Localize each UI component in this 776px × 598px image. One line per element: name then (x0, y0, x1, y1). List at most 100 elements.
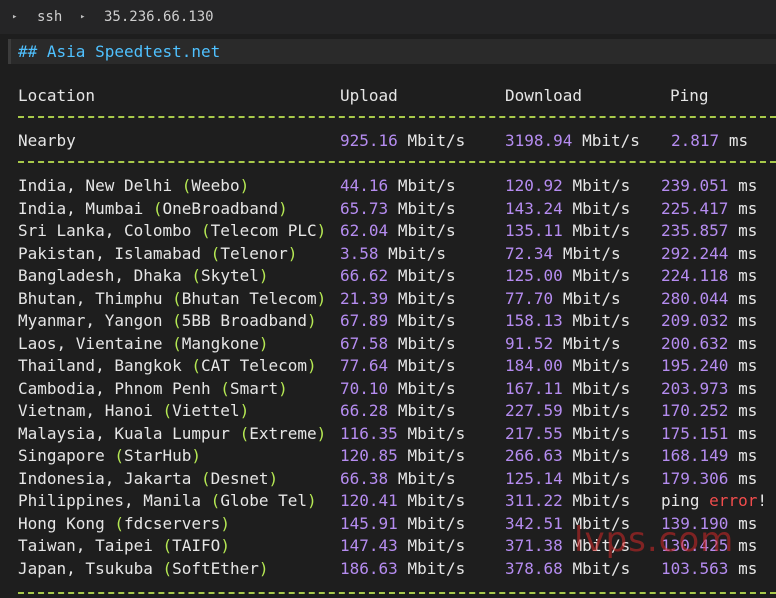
row-ping-unit: ms (738, 288, 758, 308)
row-upload: 120.85 Mbit/s (340, 445, 465, 467)
row-upload-value: 116.35 (340, 423, 398, 443)
nearby-upload-unit: Mbit/s (407, 131, 466, 150)
row-download: 77.70 Mbit/s (505, 288, 621, 310)
row-open-paren: ( (201, 468, 211, 488)
row-ping-value: 292.244 (661, 243, 729, 263)
row-close-paren: ) (316, 288, 327, 308)
chevron-right-icon: ▸ (80, 12, 86, 22)
row-ping-unit: ms (738, 378, 758, 398)
row-place: Hong Kong (18, 513, 105, 533)
row-ping-unit: ms (738, 423, 758, 443)
table-row: Vietnam, Hanoi (Viettel) 66.28 Mbit/s 227.… (0, 400, 776, 422)
row-ping-unit: ms (738, 558, 758, 578)
row-place: Sri Lanka, Colombo (18, 221, 192, 240)
row-upload-unit: Mbit/s (397, 221, 456, 240)
nearby-download-value: 3198.94 (505, 131, 573, 150)
row-close-paren: ) (258, 266, 269, 285)
row-download-value: 158.13 (505, 311, 563, 330)
row-upload-unit: Mbit/s (407, 446, 466, 465)
row-upload-value: 62.04 (340, 221, 389, 240)
row-ping-value: 200.632 (661, 333, 729, 353)
row-location: Taiwan, Taipei (TAIFO) (18, 535, 230, 557)
row-download-unit: Mbit/s (572, 221, 631, 240)
breadcrumb: ▸ ssh ▸ 35.236.66.130 (0, 0, 776, 35)
row-ping-value: 195.240 (661, 356, 729, 375)
table-row: Malaysia, Kuala Lumpur (Extreme) 116.35 M… (0, 423, 776, 445)
row-download: 125.00 Mbit/s (505, 265, 630, 287)
row-close-paren: ) (239, 401, 250, 420)
row-download-value: 77.70 (505, 288, 554, 308)
row-ping-value: 103.563 (661, 558, 729, 578)
nearby-download: 3198.94 Mbit/s (505, 130, 640, 152)
row-ping: 235.857 ms (661, 220, 757, 242)
row-download-value: 167.11 (505, 378, 563, 398)
row-upload: 77.64 Mbit/s (340, 355, 456, 377)
row-close-paren: ) (220, 513, 230, 533)
row-isp: Weebo (191, 176, 240, 195)
row-place: India, New Delhi (18, 176, 173, 195)
row-ping: 175.151 ms (661, 423, 757, 445)
row-open-paren: ( (152, 198, 163, 218)
row-ping-error: error (709, 491, 758, 510)
row-ping-unit: ms (738, 266, 758, 285)
row-upload: 3.58 Mbit/s (340, 243, 446, 265)
row-open-paren: ( (191, 266, 202, 285)
row-download-unit: Mbit/s (562, 243, 621, 263)
heading-block: ## Asia Speedtest.net (8, 39, 776, 64)
row-ping-value: 209.032 (661, 311, 729, 330)
row-location: Indonesia, Jakarta (Desnet) (18, 468, 278, 490)
row-download-unit: Mbit/s (572, 356, 631, 375)
row-download: 311.22 Mbit/s (505, 490, 630, 512)
row-ping-unit: ms (738, 446, 758, 465)
row-download-value: 135.11 (505, 221, 563, 240)
row-isp: 5BB Broadband (181, 311, 308, 330)
row-ping-unit: ms (738, 401, 758, 420)
breadcrumb-item-ssh[interactable]: ssh (37, 9, 62, 25)
row-open-paren: ( (162, 401, 173, 420)
row-open-paren: ( (172, 333, 182, 353)
row-location: Sri Lanka, Colombo (Telecom PLC) (18, 220, 326, 242)
row-ping-value: 225.417 (661, 198, 729, 218)
row-upload: 67.58 Mbit/s (340, 333, 456, 355)
row-place: Pakistan, Islamabad (18, 243, 202, 263)
row-download-value: 217.55 (505, 423, 563, 443)
row-isp: Mangkone (181, 333, 259, 353)
row-open-paren: ( (114, 513, 124, 533)
row-ping-value: 235.857 (661, 221, 729, 240)
row-upload-unit: Mbit/s (407, 558, 466, 578)
row-download-unit: Mbit/s (572, 311, 631, 330)
row-upload: 66.62 Mbit/s (340, 265, 456, 287)
table-row: Laos, Vientaine (Mangkone) 67.58 Mbit/s 91… (0, 333, 776, 355)
row-ping-value: 175.151 (661, 423, 729, 443)
row-download-unit: Mbit/s (572, 468, 631, 488)
row-download-unit: Mbit/s (572, 176, 631, 195)
row-isp: CAT Telecom (201, 356, 308, 375)
row-place: Vietnam, Hanoi (18, 401, 153, 420)
row-isp: TAIFO (172, 536, 221, 555)
row-download-value: 266.63 (505, 446, 563, 465)
row-place: Laos, Vientaine (18, 333, 163, 353)
row-upload: 66.38 Mbit/s (340, 468, 456, 490)
row-download: 91.52 Mbit/s (505, 333, 621, 355)
table-row: Sri Lanka, Colombo (Telecom PLC) 62.04 Mb… (0, 220, 776, 242)
row-location: India, New Delhi (Weebo) (18, 175, 249, 197)
row-location: Philippines, Manila (Globe Tel) (18, 490, 317, 512)
row-upload-value: 145.91 (340, 513, 398, 533)
row-location: Pakistan, Islamabad (Telenor) (18, 243, 297, 265)
row-place: Thailand, Bangkok (18, 356, 182, 375)
row-download-value: 371.38 (505, 536, 563, 555)
row-location: Bhutan, Thimphu (Bhutan Telecom) (18, 288, 326, 310)
row-isp: SoftEther (172, 558, 259, 578)
table-header-row: Location Upload Download Ping (0, 85, 776, 107)
row-ping-unit: ms (738, 243, 758, 263)
row-ping: 179.306 ms (661, 468, 757, 490)
row-isp: Globe Tel (220, 491, 308, 510)
row-place: Bangladesh, Dhaka (18, 266, 182, 285)
row-upload-unit: Mbit/s (397, 333, 456, 353)
row-download-unit: Mbit/s (572, 401, 631, 420)
row-download-unit: Mbit/s (572, 378, 631, 398)
row-location: Myanmar, Yangon (5BB Broadband) (18, 310, 317, 332)
row-isp: Skytel (201, 266, 259, 285)
breadcrumb-item-host[interactable]: 35.236.66.130 (104, 9, 214, 25)
table-row: Indonesia, Jakarta (Desnet) 66.38 Mbit/s 1… (0, 468, 776, 490)
